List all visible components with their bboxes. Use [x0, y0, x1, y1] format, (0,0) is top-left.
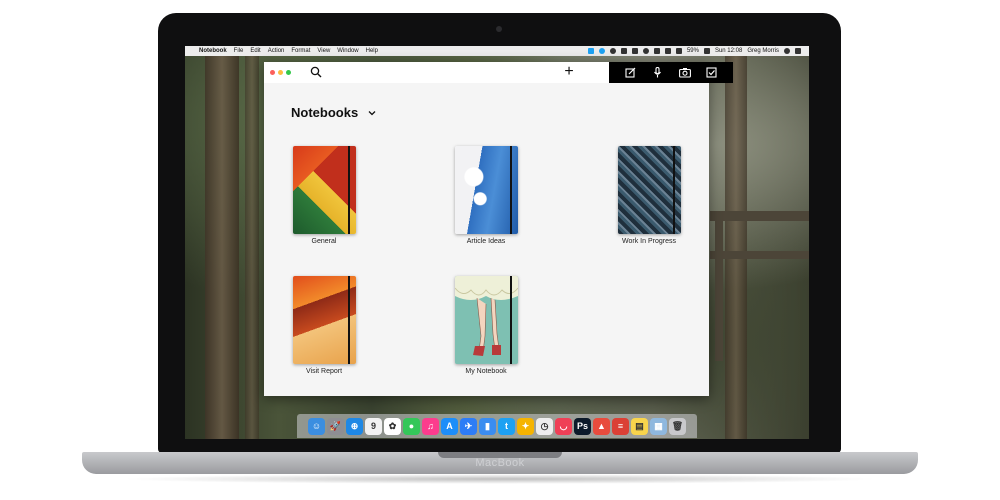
desktop: Notebook File Edit Action Format View Wi…: [185, 46, 809, 439]
itunes-icon[interactable]: ♫: [422, 417, 439, 435]
elastic-band: [509, 146, 512, 234]
wallpaper-trunk: [725, 46, 747, 439]
notebook-cover[interactable]: [292, 146, 356, 234]
wallpaper-trunk: [245, 46, 259, 439]
airplay-icon[interactable]: [664, 48, 671, 54]
bookmark-icon[interactable]: ▮: [479, 417, 496, 435]
calendar-icon[interactable]: 9: [365, 417, 382, 435]
notebook-label: Article Ideas: [466, 238, 506, 245]
menu-view[interactable]: View: [317, 48, 330, 54]
elastic-band: [347, 276, 350, 364]
add-button[interactable]: +: [561, 64, 577, 80]
page-title[interactable]: Notebooks: [291, 105, 358, 120]
wallpaper-rail: [715, 211, 723, 361]
elastic-band: [509, 276, 512, 364]
menu-help[interactable]: Help: [366, 48, 378, 54]
camera-icon[interactable]: [678, 67, 691, 79]
search-icon[interactable]: [310, 66, 322, 78]
clock-icon[interactable]: ◷: [536, 417, 553, 435]
checkbox-icon[interactable]: [706, 67, 718, 79]
status-icon[interactable]: [609, 48, 616, 54]
wallpaper-rail: [710, 251, 809, 259]
bluetooth-icon[interactable]: [642, 48, 649, 54]
menu-format[interactable]: Format: [291, 48, 310, 54]
traffic-lights: [270, 70, 291, 75]
notebook-app-window: + Notebooks General Article Ideas Work I…: [264, 62, 733, 396]
notebook-article-ideas[interactable]: Article Ideas: [436, 146, 536, 245]
microphone-icon[interactable]: [652, 67, 664, 79]
twitter-icon[interactable]: t: [498, 417, 515, 435]
finder-icon[interactable]: ☺: [308, 417, 325, 435]
volume-icon[interactable]: [675, 48, 682, 54]
preview-icon[interactable]: ▦: [650, 417, 667, 435]
brand-label: MacBook: [475, 457, 525, 469]
menu-window[interactable]: Window: [337, 48, 358, 54]
launchpad-icon[interactable]: 🚀: [327, 417, 344, 435]
notebook-label: Visit Report: [305, 368, 343, 375]
notification-center-icon[interactable]: [795, 48, 801, 54]
notebook-work-in-progress[interactable]: Work In Progress: [599, 146, 699, 245]
window-toolbar: +: [264, 62, 733, 83]
messages-icon[interactable]: ●: [403, 417, 420, 435]
menu-action[interactable]: Action: [268, 48, 285, 54]
wallpaper-rail: [710, 211, 809, 221]
notebook-my-notebook[interactable]: My Notebook: [436, 276, 536, 375]
clock[interactable]: Sun 12:08: [715, 48, 742, 54]
minimize-button[interactable]: [278, 70, 283, 75]
safari-icon[interactable]: ⊕: [346, 417, 363, 435]
webcam: [496, 26, 502, 32]
airmail-icon[interactable]: ✈: [460, 417, 477, 435]
close-button[interactable]: [270, 70, 275, 75]
bookmark-status-icon[interactable]: [620, 48, 627, 54]
notebook-cover[interactable]: [617, 146, 681, 234]
spotlight-icon[interactable]: [784, 48, 790, 54]
sync-status-icon[interactable]: [598, 48, 605, 54]
zoom-button[interactable]: [286, 70, 291, 75]
tes-icon[interactable]: ✦: [517, 417, 534, 435]
menu-file[interactable]: File: [234, 48, 244, 54]
notes-icon[interactable]: ▤: [631, 417, 648, 435]
wifi-icon[interactable]: [653, 48, 660, 54]
notebook-general[interactable]: General: [274, 146, 374, 245]
app-store-icon[interactable]: A: [441, 417, 458, 435]
dock: ☺ 🚀 ⊕ 9 ✿ ● ♫ A ✈ ▮ t ✦ ◷ ◡ Ps ▲ ≡ ▤ ▦ 🗑: [297, 414, 697, 438]
elastic-band: [347, 146, 350, 234]
menu-extras: 59% Sun 12:08 Greg Morris: [587, 48, 809, 54]
chevron-down-icon[interactable]: [368, 109, 376, 117]
menu-edit[interactable]: Edit: [250, 48, 260, 54]
dropbox-status-icon[interactable]: [631, 48, 638, 54]
photos-icon[interactable]: ✿: [384, 417, 401, 435]
notebook-label: Work In Progress: [622, 238, 676, 245]
trash-icon[interactable]: 🗑: [669, 417, 686, 435]
notebook-cover[interactable]: [454, 276, 518, 364]
twitter-status-icon[interactable]: [587, 48, 594, 54]
notebook-label: My Notebook: [465, 368, 507, 375]
menu-bar: Notebook File Edit Action Format View Wi…: [185, 46, 809, 56]
todoist-icon[interactable]: ≡: [612, 417, 629, 435]
pocket-icon[interactable]: ◡: [555, 417, 572, 435]
wallpaper-trunk: [205, 46, 239, 439]
notebook-visit-report[interactable]: Visit Report: [274, 276, 374, 375]
notebook-app-icon[interactable]: ▲: [593, 417, 610, 435]
battery-icon[interactable]: [703, 48, 710, 54]
notebook-label: General: [311, 238, 337, 245]
notebook-cover[interactable]: [454, 146, 518, 234]
user-name[interactable]: Greg Morris: [747, 48, 779, 54]
ballerina-illustration: [454, 276, 518, 356]
laptop-shadow: [120, 474, 880, 484]
notebook-cover[interactable]: [292, 276, 356, 364]
battery-percent[interactable]: 59%: [687, 48, 699, 54]
menu-notebook[interactable]: Notebook: [199, 48, 227, 54]
elastic-band: [672, 146, 675, 234]
quick-create-bar: [609, 62, 733, 83]
photoshop-icon[interactable]: Ps: [574, 417, 591, 435]
compose-icon[interactable]: [625, 67, 637, 79]
